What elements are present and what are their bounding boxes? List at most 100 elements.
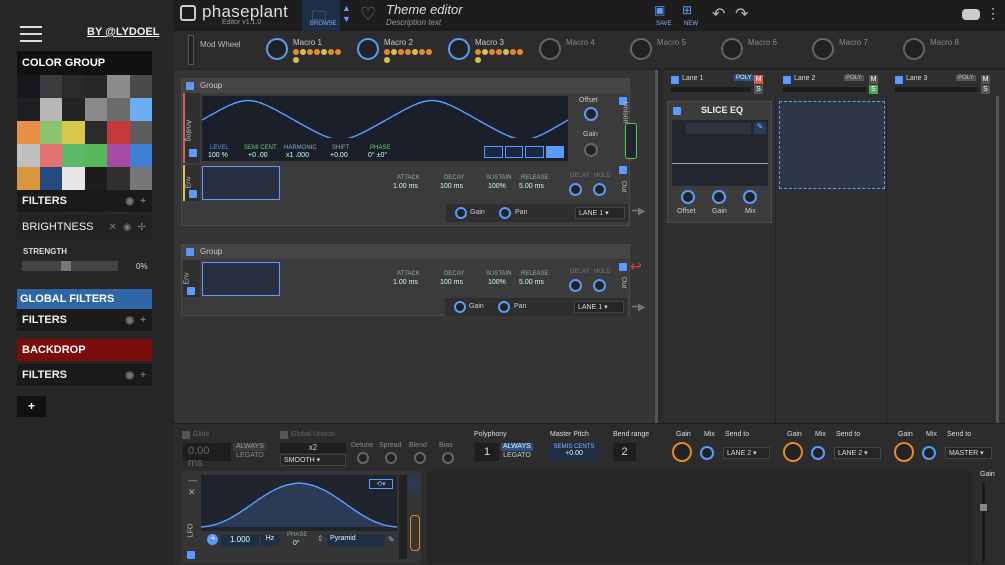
macro-target-dot[interactable] — [503, 49, 509, 55]
save-label[interactable]: SAVE — [656, 21, 672, 27]
glide-legato-option[interactable]: LEGATO — [233, 452, 267, 460]
master-gain-fader-handle[interactable] — [980, 504, 987, 511]
bend-range-field[interactable]: 2 — [613, 443, 636, 461]
color-swatch[interactable] — [107, 144, 130, 167]
macro-target-dot[interactable] — [405, 49, 411, 55]
attack-value[interactable]: 1.00 ms — [393, 279, 418, 286]
macro-target-dot[interactable] — [482, 49, 488, 55]
square-wave-icon[interactable] — [504, 146, 523, 158]
unison-mode-select[interactable]: SMOOTH ▾ — [280, 454, 346, 466]
out-checkbox[interactable] — [619, 166, 627, 174]
pan-knob[interactable] — [498, 301, 510, 313]
byline-link[interactable]: BY @LYDOEL — [87, 26, 159, 38]
bias-knob[interactable] — [442, 452, 454, 464]
collapse-icon[interactable]: — — [188, 475, 197, 485]
envelope-graph[interactable] — [202, 262, 280, 296]
group-enable-checkbox[interactable] — [186, 82, 194, 90]
env-side-tab[interactable]: Env — [183, 261, 200, 297]
edit-icon[interactable]: ✎ — [388, 535, 397, 546]
add-icon[interactable]: + — [140, 196, 146, 207]
macro-target-dot[interactable] — [419, 49, 425, 55]
analog-enable-checkbox[interactable] — [189, 149, 197, 157]
lane-solo-button[interactable]: S — [754, 85, 763, 94]
env-enable-checkbox[interactable] — [189, 190, 197, 198]
lane-poly-toggle[interactable]: POLY — [956, 75, 976, 81]
macro-knob[interactable] — [903, 38, 925, 60]
lane-poly-toggle[interactable]: POLY — [734, 75, 754, 81]
lane-solo-button[interactable]: S — [981, 85, 990, 94]
send-target-select[interactable]: MASTER ▾ — [945, 447, 992, 459]
env-enable-checkbox[interactable] — [187, 287, 195, 295]
macro-target-dot[interactable] — [496, 49, 502, 55]
macro-target-dots[interactable] — [293, 49, 341, 63]
slice-mix-knob[interactable] — [743, 190, 757, 204]
add-icon[interactable]: + — [140, 370, 146, 381]
macro-knob[interactable] — [630, 38, 652, 60]
color-swatch[interactable] — [84, 98, 107, 121]
lane-poly-toggle[interactable]: POLY — [844, 75, 864, 81]
save-icon[interactable]: ▣ — [654, 3, 665, 17]
macro-target-dot[interactable] — [391, 49, 397, 55]
macro-target-dot[interactable] — [489, 49, 495, 55]
glide-always-option[interactable]: ALWAYS — [233, 443, 267, 451]
send-mix-knob[interactable] — [700, 446, 714, 460]
pan-knob[interactable] — [499, 207, 511, 219]
color-swatch[interactable] — [129, 75, 152, 98]
add-button[interactable]: + — [17, 396, 46, 417]
color-swatch[interactable] — [129, 121, 152, 144]
eye-icon[interactable]: ◉ — [123, 222, 132, 233]
shift-value[interactable]: +0.00 — [330, 152, 348, 159]
new-label[interactable]: NEW — [684, 21, 698, 27]
color-swatch[interactable] — [62, 144, 85, 167]
lane-select[interactable]: LANE 1 ▾ — [575, 207, 625, 219]
macro-target-dot[interactable] — [384, 56, 390, 63]
macro-target-dot[interactable] — [384, 49, 390, 55]
color-swatch[interactable] — [62, 167, 85, 190]
macro-target-dot[interactable] — [293, 56, 299, 63]
macro-target-dots[interactable] — [475, 49, 523, 63]
color-swatch[interactable] — [84, 75, 107, 98]
lanes-scrollbar[interactable] — [996, 96, 999, 423]
offset-knob[interactable] — [584, 107, 598, 121]
shape-nav-arrows[interactable]: ⇕ — [317, 534, 324, 543]
lfo-enable-checkbox[interactable] — [187, 551, 195, 559]
env-side-tab[interactable]: Env — [183, 165, 200, 201]
lane-select[interactable]: LANE 1 ▾ — [574, 301, 624, 313]
macro-target-dot[interactable] — [335, 49, 341, 55]
envelope-graph[interactable] — [202, 166, 280, 200]
color-swatch[interactable] — [17, 144, 40, 167]
send-mix-knob[interactable] — [922, 446, 936, 460]
master-pitch-field[interactable]: SEMIS CENTS +0.00 — [549, 443, 599, 461]
macro-target-dot[interactable] — [314, 49, 320, 55]
macro-target-dot[interactable] — [300, 49, 306, 55]
poly-legato-option[interactable]: LEGATO — [501, 452, 533, 460]
mod-wheel-slider[interactable] — [188, 35, 194, 65]
lfo-loop-dropdown[interactable]: ⟲▾ — [369, 479, 393, 489]
preset-nav-arrows[interactable]: ▲ ▼ — [342, 3, 351, 25]
sustain-value[interactable]: 100% — [488, 183, 506, 190]
add-icon[interactable]: + — [140, 315, 146, 326]
macro-knob[interactable] — [721, 38, 743, 60]
output-gain-knob[interactable] — [455, 207, 467, 219]
triangle-wave-icon[interactable] — [525, 146, 544, 158]
close-icon[interactable]: ✕ — [188, 487, 196, 498]
phase-value[interactable]: 0° ±0° — [368, 152, 387, 159]
global-unison-checkbox[interactable] — [280, 431, 288, 439]
lane-mute-button[interactable]: M — [869, 75, 878, 84]
glide-checkbox[interactable] — [182, 431, 190, 439]
eye-icon[interactable]: ◉ — [125, 196, 134, 207]
macro-target-dot[interactable] — [475, 49, 481, 55]
menu-icon[interactable] — [20, 26, 42, 47]
color-swatch[interactable] — [39, 75, 62, 98]
hold-knob[interactable] — [593, 279, 606, 292]
send-gain-knob[interactable] — [894, 442, 914, 462]
macro-target-dots[interactable] — [384, 49, 432, 63]
slice-eq-display[interactable]: ✎ — [672, 120, 768, 186]
lfo-unit-field[interactable]: Hz — [261, 535, 279, 546]
decay-value[interactable]: 100 ms — [440, 183, 463, 190]
waveform-selector[interactable] — [484, 146, 564, 158]
macro-target-dot[interactable] — [328, 49, 334, 55]
color-swatch[interactable] — [107, 167, 130, 190]
send-gain-knob[interactable] — [672, 442, 692, 462]
lfo-shape-field[interactable]: Pyramid — [327, 535, 385, 546]
